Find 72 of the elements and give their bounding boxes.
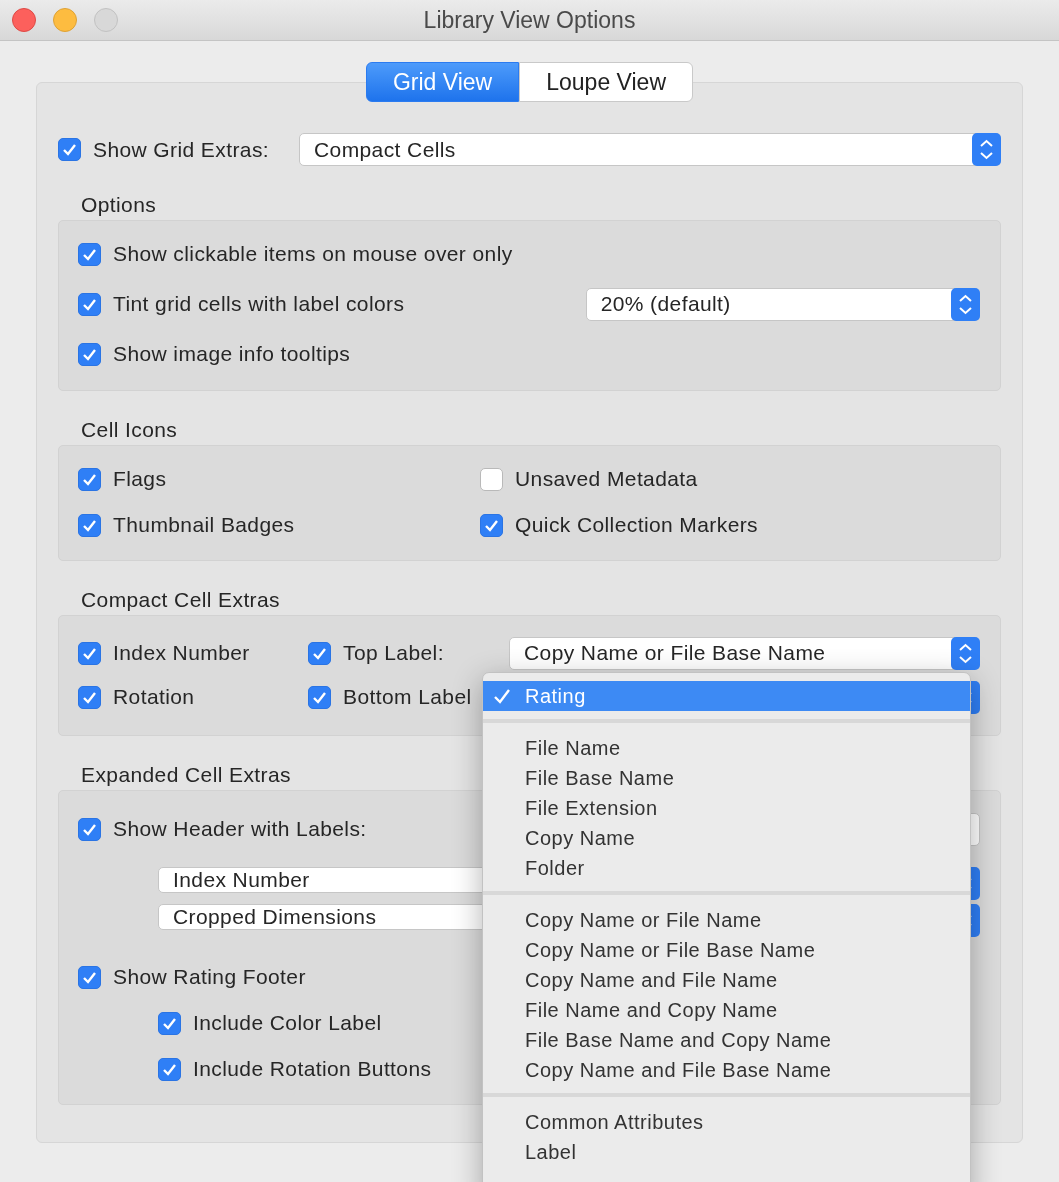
checkbox-label: Thumbnail Badges [113, 513, 295, 537]
checkbox[interactable] [78, 685, 101, 709]
checkbox[interactable] [58, 138, 81, 161]
checkbox-label: Show clickable items on mouse over only [113, 242, 513, 266]
section-title: Options [81, 192, 157, 218]
menu-item[interactable]: File Name [483, 733, 970, 763]
checkbox-label: Bottom Label [343, 685, 472, 709]
checkbox[interactable] [78, 817, 101, 841]
menu-item[interactable]: File Name and Copy Name [483, 995, 970, 1025]
checkbox[interactable] [78, 513, 101, 537]
checkbox[interactable] [78, 467, 101, 491]
checkbox[interactable] [480, 467, 503, 491]
menu-item[interactable]: Copy Name and File Name [483, 965, 970, 995]
checkbox-label: Index Number [113, 641, 250, 665]
checkbox-label: Show Header with Labels: [113, 817, 367, 841]
checkmark-icon [62, 143, 77, 156]
menu-item[interactable]: File Extension [483, 793, 970, 823]
menu-item[interactable]: Common Attributes [483, 1107, 970, 1137]
checkbox[interactable] [78, 641, 101, 665]
section-title: Expanded Cell Extras [81, 762, 291, 788]
tab[interactable]: Loupe View [519, 62, 694, 102]
checkmark-icon [82, 247, 97, 261]
checkmark-icon [82, 518, 97, 532]
menu-item[interactable]: File Base Name [483, 763, 970, 793]
menu-item[interactable]: Copy Name or File Name [483, 905, 970, 935]
checkbox[interactable] [308, 641, 331, 665]
checkbox-label: Unsaved Metadata [515, 467, 698, 491]
menu-item[interactable]: File Base Name and Copy Name [483, 1025, 970, 1055]
checkmark-icon [82, 822, 97, 836]
checkmark-icon [493, 688, 511, 704]
checkbox-label: Tint grid cells with label colors [113, 292, 405, 316]
checkbox[interactable] [78, 965, 101, 989]
checkmark-icon [82, 472, 97, 486]
checkbox-label: Show image info tooltips [113, 342, 351, 366]
checkmark-icon [82, 970, 97, 984]
menu-item[interactable]: Copy Name [483, 823, 970, 853]
checkbox-label: Show Rating Footer [113, 965, 306, 989]
menu-item[interactable]: Copy Name and File Base Name [483, 1055, 970, 1085]
label-dropdown[interactable]: Copy Name or File Base Name [509, 636, 980, 670]
checkmark-icon [312, 690, 327, 704]
tint-dropdown[interactable]: 20% (default) [585, 287, 980, 321]
menu-item[interactable]: Folder [483, 853, 970, 883]
checkbox[interactable] [480, 513, 503, 537]
checkbox[interactable] [158, 1057, 181, 1081]
close-button[interactable] [12, 8, 36, 32]
checkmark-icon [312, 646, 327, 660]
checkmark-icon [162, 1062, 177, 1076]
checkbox-label: Rotation [113, 685, 195, 709]
checkbox[interactable] [78, 292, 101, 316]
checkmark-icon [82, 646, 97, 660]
checkbox[interactable] [78, 342, 101, 366]
tab[interactable]: Grid View [365, 62, 520, 102]
checkbox-label: Show Grid Extras: [93, 137, 270, 162]
checkmark-icon [162, 1016, 177, 1030]
section-title: Cell Icons [81, 417, 178, 443]
checkbox[interactable] [308, 685, 331, 709]
checkmark-icon [82, 690, 97, 704]
checkbox-label: Top Label: [343, 641, 444, 665]
window-title: Library View Options [423, 6, 636, 34]
checkbox-label: Flags [113, 467, 167, 491]
checkmark-icon [484, 518, 499, 532]
checkbox-label: Include Rotation Buttons [193, 1057, 432, 1081]
checkmark-icon [82, 347, 97, 361]
section-title: Compact Cell Extras [81, 587, 280, 613]
menu-item[interactable]: Label [483, 1137, 970, 1167]
checkbox[interactable] [78, 242, 101, 266]
checkbox-label: Include Color Label [193, 1011, 382, 1035]
menu-item[interactable]: Copy Name or File Base Name [483, 935, 970, 965]
grid-extras-dropdown[interactable]: Compact Cells [299, 133, 1001, 166]
checkbox[interactable] [158, 1011, 181, 1035]
checkbox-label: Quick Collection Markers [515, 513, 758, 537]
checkmark-icon [82, 297, 97, 311]
